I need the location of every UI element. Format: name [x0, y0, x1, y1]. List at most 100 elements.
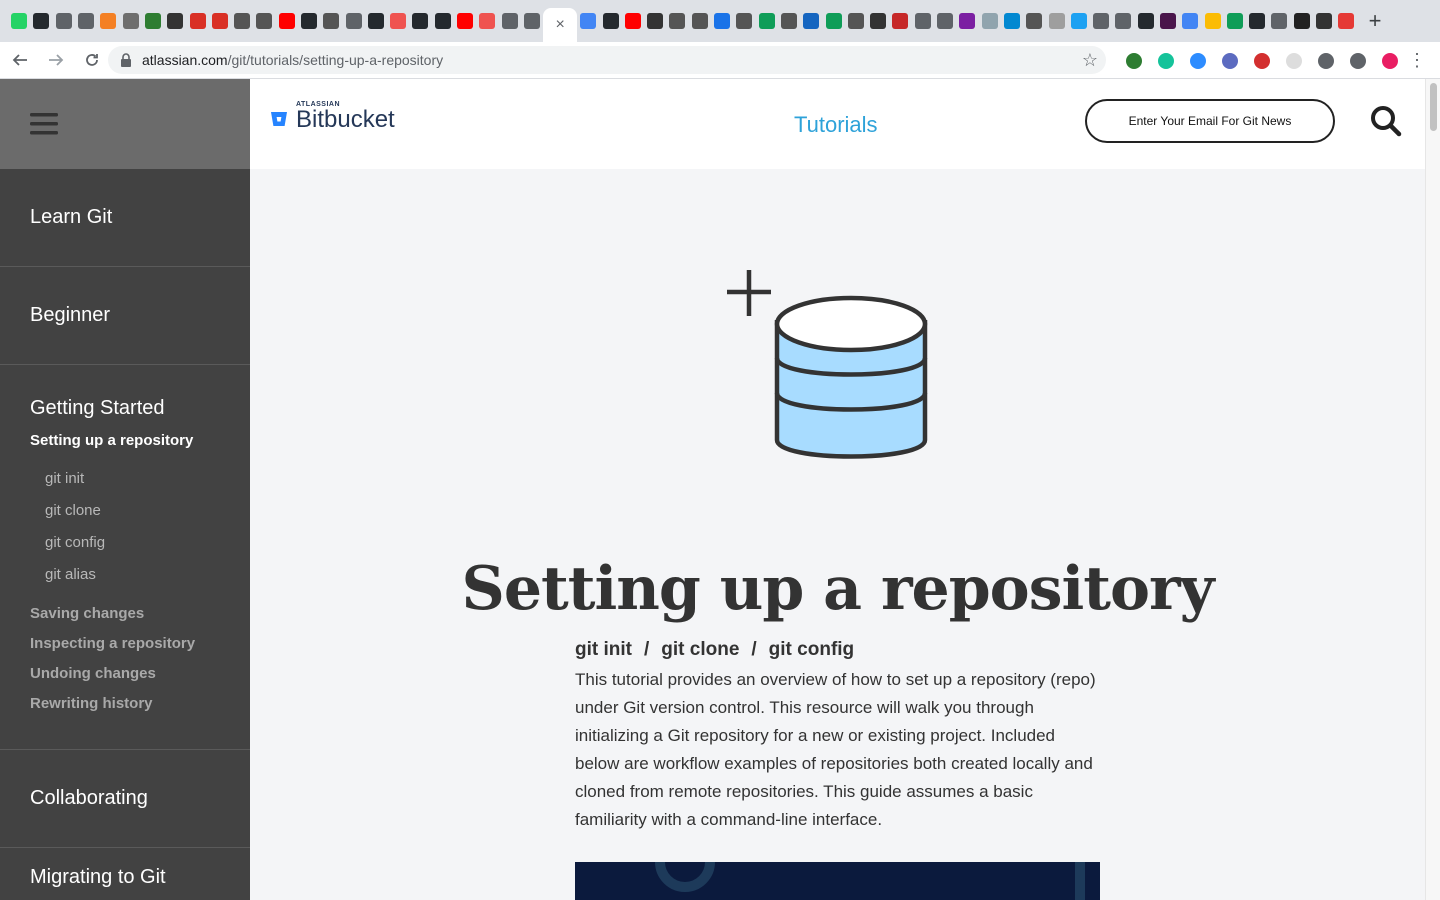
topic-link-git-config[interactable]: git config [769, 639, 854, 661]
tutorials-nav-link[interactable]: Tutorials [794, 112, 878, 138]
email-signup-button[interactable]: Enter Your Email For Git News [1085, 99, 1335, 143]
browser-tab[interactable] [1157, 0, 1179, 42]
sidebar-item-active[interactable]: Setting up a repository [30, 432, 250, 449]
extension-button[interactable] [1278, 42, 1310, 79]
browser-tab[interactable] [231, 0, 253, 42]
browser-menu-icon[interactable]: ⋮ [1408, 50, 1426, 71]
browser-tab[interactable] [97, 0, 119, 42]
browser-tab[interactable] [1135, 0, 1157, 42]
extension-button[interactable] [1150, 42, 1182, 79]
menu-toggle[interactable] [0, 79, 250, 169]
browser-tab[interactable] [666, 0, 688, 42]
sidebar-item-undoing[interactable]: Undoing changes [30, 659, 250, 689]
topic-link-git-init[interactable]: git init [575, 639, 632, 661]
scrollbar-thumb[interactable] [1430, 83, 1437, 131]
browser-tab[interactable] [119, 0, 141, 42]
browser-tab[interactable] [142, 0, 164, 42]
topic-link-git-clone[interactable]: git clone [661, 639, 739, 661]
sidebar-item-inspecting[interactable]: Inspecting a repository [30, 629, 250, 659]
browser-tab[interactable] [186, 0, 208, 42]
browser-tab[interactable] [1268, 0, 1290, 42]
sidebar-group-getting-started[interactable]: Getting Started [30, 397, 250, 420]
browser-tab[interactable] [253, 0, 275, 42]
browser-tab[interactable] [978, 0, 1000, 42]
browser-tab[interactable] [599, 0, 621, 42]
browser-tab[interactable] [1335, 0, 1357, 42]
browser-tab[interactable] [320, 0, 342, 42]
browser-tab[interactable] [276, 0, 298, 42]
address-bar[interactable]: atlassian.com/git/tutorials/setting-up-a… [108, 46, 1106, 74]
active-tab[interactable]: × [543, 8, 578, 42]
forward-button[interactable] [40, 45, 72, 75]
browser-tab[interactable] [711, 0, 733, 42]
sidebar-subitem-git-alias[interactable]: git alias [30, 559, 250, 591]
search-button[interactable] [1370, 105, 1402, 137]
browser-tab[interactable] [845, 0, 867, 42]
page-scrollbar[interactable] [1425, 79, 1440, 900]
bookmark-star-icon[interactable]: ☆ [1082, 50, 1098, 71]
extension-button[interactable] [1342, 42, 1374, 79]
browser-tab[interactable] [164, 0, 186, 42]
browser-tab[interactable] [1001, 0, 1023, 42]
browser-tab[interactable] [867, 0, 889, 42]
extension-button[interactable] [1214, 42, 1246, 79]
close-tab-icon[interactable]: × [555, 16, 564, 34]
bitbucket-logo[interactable]: ATLASSIAN Bitbucket [270, 101, 395, 132]
extension-button[interactable] [1310, 42, 1342, 79]
browser-tab[interactable] [1090, 0, 1112, 42]
browser-tab[interactable] [622, 0, 644, 42]
browser-tab[interactable] [1112, 0, 1134, 42]
browser-tab[interactable] [1246, 0, 1268, 42]
browser-tab[interactable] [387, 0, 409, 42]
browser-tab[interactable] [30, 0, 52, 42]
extension-button[interactable] [1182, 42, 1214, 79]
browser-tab[interactable] [822, 0, 844, 42]
browser-tab[interactable] [8, 0, 30, 42]
browser-tab[interactable] [644, 0, 666, 42]
browser-tab[interactable] [689, 0, 711, 42]
sidebar-subitem-git-config[interactable]: git config [30, 527, 250, 559]
back-button[interactable] [4, 45, 36, 75]
sidebar-subitem-git-clone[interactable]: git clone [30, 495, 250, 527]
sidebar-section-beginner[interactable]: Beginner [0, 267, 250, 365]
browser-tab[interactable] [800, 0, 822, 42]
browser-tab[interactable] [1068, 0, 1090, 42]
browser-tab[interactable] [934, 0, 956, 42]
sidebar-item-rewriting[interactable]: Rewriting history [30, 689, 250, 719]
browser-tab[interactable] [577, 0, 599, 42]
browser-tab[interactable] [521, 0, 543, 42]
browser-tab[interactable] [1045, 0, 1067, 42]
browser-tab[interactable] [1023, 0, 1045, 42]
browser-tab[interactable] [1201, 0, 1223, 42]
browser-tab[interactable] [53, 0, 75, 42]
sidebar-section-learn-git[interactable]: Learn Git [0, 169, 250, 267]
browser-tab[interactable] [733, 0, 755, 42]
browser-tab[interactable] [1291, 0, 1313, 42]
sidebar-item-saving-changes[interactable]: Saving changes [30, 599, 250, 629]
extension-button[interactable] [1246, 42, 1278, 79]
browser-tab[interactable] [75, 0, 97, 42]
browser-tab[interactable] [432, 0, 454, 42]
browser-tab[interactable] [342, 0, 364, 42]
browser-tab[interactable] [889, 0, 911, 42]
browser-tab[interactable] [956, 0, 978, 42]
browser-tab[interactable] [912, 0, 934, 42]
browser-tab[interactable] [1224, 0, 1246, 42]
browser-tab[interactable] [209, 0, 231, 42]
extension-button[interactable] [1118, 42, 1150, 79]
reload-button[interactable] [76, 45, 108, 75]
sidebar-section-migrating[interactable]: Migrating to Git [0, 848, 250, 889]
browser-tab[interactable] [499, 0, 521, 42]
browser-tab[interactable] [1313, 0, 1335, 42]
browser-tab[interactable] [365, 0, 387, 42]
browser-tab[interactable] [454, 0, 476, 42]
new-tab-button[interactable]: + [1362, 8, 1388, 34]
browser-tab[interactable] [778, 0, 800, 42]
browser-tab[interactable] [1179, 0, 1201, 42]
video-thumbnail[interactable] [575, 862, 1100, 900]
extension-button[interactable] [1374, 42, 1406, 79]
browser-tab[interactable] [476, 0, 498, 42]
sidebar-subitem-git-init[interactable]: git init [30, 463, 250, 495]
browser-tab[interactable] [756, 0, 778, 42]
sidebar-section-collaborating[interactable]: Collaborating [0, 750, 250, 848]
